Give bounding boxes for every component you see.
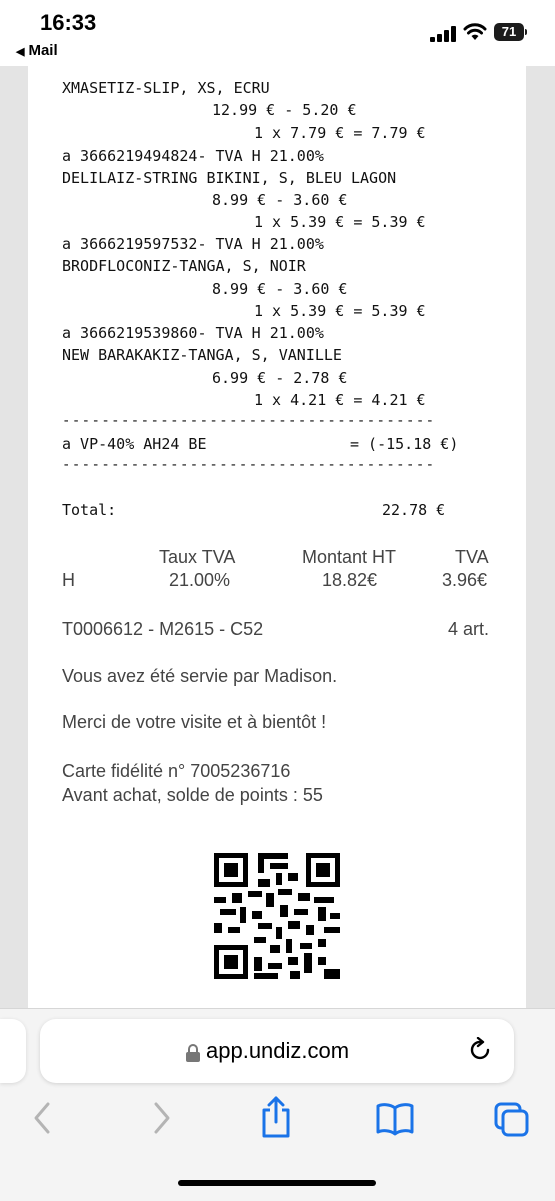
separator: -------------------------------------- [62, 413, 436, 429]
forward-arrow-icon[interactable] [150, 1100, 174, 1136]
receipt-line: a 3666219597532- TVA H 21.00% [62, 235, 324, 253]
share-icon[interactable] [260, 1096, 292, 1138]
receipt-line: 1 x 7.79 € = 7.79 € [254, 124, 426, 142]
status-bar: 16:33 ◀ Mail 71 [0, 0, 555, 66]
back-triangle-icon: ◀ [16, 46, 25, 58]
total-label: Total: [62, 501, 117, 519]
loyalty-card: Carte fidélité n° 7005236716 [62, 761, 291, 781]
battery-cap [525, 29, 527, 35]
tax-code: H [62, 570, 75, 590]
separator: -------------------------------------- [62, 457, 436, 473]
discount-label: a VP-40% AH24 BE [62, 435, 207, 453]
points-balance: Avant achat, solde de points : 55 [62, 785, 323, 805]
home-indicator [178, 1180, 376, 1186]
tax-header-rate: Taux TVA [159, 547, 236, 567]
tax-header-tva: TVA [455, 547, 489, 567]
served-by: Vous avez été servie par Madison. [62, 666, 338, 686]
receipt-line: 12.99 € - 5.20 € [212, 101, 357, 119]
tax-amount-ht: 18.82€ [322, 570, 378, 590]
back-app-label: Mail [28, 42, 58, 59]
receipt-line: a 3666219539860- TVA H 21.00% [62, 324, 324, 342]
lock-icon [186, 1044, 200, 1062]
bookmarks-icon[interactable] [376, 1102, 414, 1136]
qr-code [214, 853, 340, 979]
receipt-line: 8.99 € - 3.60 € [212, 191, 348, 209]
tax-header-amount: Montant HT [302, 547, 397, 567]
receipt-line: 1 x 5.39 € = 5.39 € [254, 213, 426, 231]
receipt-line: NEW BARAKAKIZ-TANGA, S, VANILLE [62, 346, 342, 364]
receipt-line: 1 x 4.21 € = 4.21 € [254, 391, 426, 409]
total-value: 22.78 € [382, 501, 446, 519]
transaction-ref: T0006612 - M2615 - C52 [62, 619, 264, 639]
back-to-mail-link[interactable]: ◀ Mail [16, 42, 58, 59]
tax-tva: 3.96€ [442, 570, 488, 590]
web-page: a 3666219591998- TVA H 21.00% XMASETIZ-S… [0, 0, 555, 1010]
address-bar[interactable]: app.undiz.com [40, 1019, 514, 1083]
wifi-icon [463, 23, 487, 40]
status-time: 16:33 [40, 10, 97, 35]
discount-value: = (-15.18 €) [350, 435, 459, 453]
back-arrow-icon[interactable] [30, 1100, 54, 1136]
signal-icon [430, 26, 458, 42]
receipt-line: 1 x 5.39 € = 5.39 € [254, 302, 426, 320]
thanks-message: Merci de votre visite et à bientôt ! [62, 712, 327, 732]
tabs-icon[interactable] [494, 1102, 530, 1138]
url-text: app.undiz.com [206, 1038, 350, 1063]
receipt-line: 8.99 € - 3.60 € [212, 280, 348, 298]
battery-icon: 71 [494, 23, 524, 41]
receipt-line: BRODFLOCONIZ-TANGA, S, NOIR [62, 257, 306, 275]
reload-icon[interactable] [468, 1037, 494, 1063]
receipt-line: a 3666219494824- TVA H 21.00% [62, 147, 324, 165]
article-count: 4 art. [448, 619, 490, 639]
tax-rate: 21.00% [169, 570, 231, 590]
receipt-line: DELILAIZ-STRING BIKINI, S, BLEU LAGON [62, 169, 397, 187]
previous-tab-card[interactable] [0, 1019, 26, 1083]
receipt-line: 6.99 € - 2.78 € [212, 369, 348, 387]
receipt-line: XMASETIZ-SLIP, XS, ECRU [62, 79, 270, 97]
